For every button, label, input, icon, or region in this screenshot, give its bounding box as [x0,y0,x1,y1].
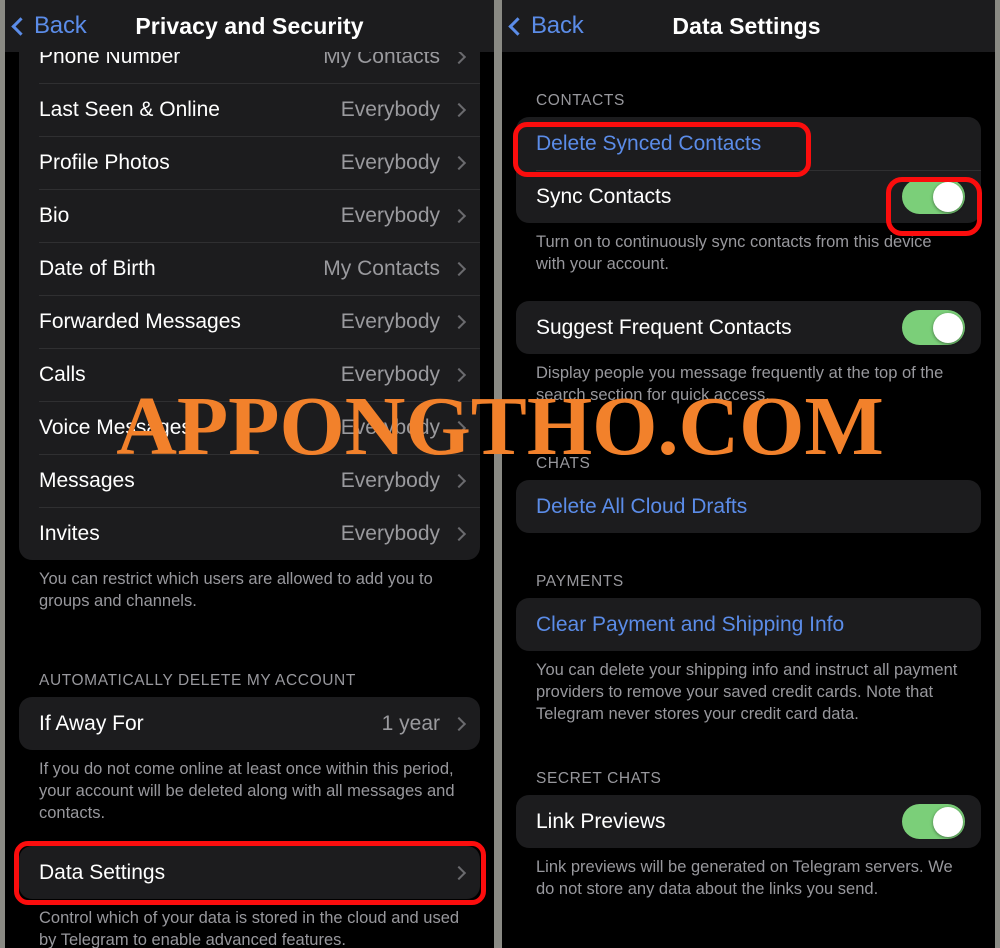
chevron-left-icon [508,16,527,36]
left-navbar: Back Privacy and Security [5,0,494,52]
data-settings-footer-text: Control which of your data is stored in … [39,909,460,948]
chevron-right-icon [451,526,467,541]
privacy-footer-text: You can restrict which users are allowed… [39,570,433,610]
privacy-scroll-body[interactable]: Phone Number My Contacts Last Seen & Onl… [5,0,494,948]
data-settings-screen: CONTACTS Delete Synced Contacts Sync Con… [502,0,995,948]
back-button[interactable]: Back [11,12,87,40]
suggest-frequent-contacts-toggle[interactable] [902,310,965,345]
data-settings-card: Data Settings [19,846,480,899]
payments-footer-text: You can delete your shipping info and in… [536,661,958,723]
row-label: Forwarded Messages [39,309,241,333]
chevron-right-icon [451,102,467,117]
toggle-knob [932,181,963,212]
row-calls[interactable]: Calls Everybody [19,348,480,401]
back-label: Back [531,12,584,39]
row-value: 1 year [381,711,440,735]
chevron-right-icon [451,314,467,329]
row-voice-messages[interactable]: Voice Messages Everybody [19,401,480,454]
row-label: Voice Messages [39,415,192,439]
row-label: Messages [39,468,135,492]
row-label: Profile Photos [39,150,170,174]
back-button[interactable]: Back [508,12,584,40]
right-navbar: Back Data Settings [502,0,995,52]
row-label: Invites [39,521,100,545]
row-value: Everybody [340,362,440,386]
data-settings-scroll-body[interactable]: CONTACTS Delete Synced Contacts Sync Con… [502,0,995,948]
row-forwarded-messages[interactable]: Forwarded Messages Everybody [19,295,480,348]
secret-chats-footer-text: Link previews will be generated on Teleg… [536,858,953,898]
section-header-contacts: CONTACTS [536,92,625,109]
section-header-chats: CHATS [536,455,591,472]
chevron-right-icon [451,865,467,880]
row-last-seen-online[interactable]: Last Seen & Online Everybody [19,83,480,136]
secret-chats-card: Link Previews [516,795,981,848]
row-value: Everybody [340,97,440,121]
row-label: Link Previews [536,809,666,833]
row-date-of-birth[interactable]: Date of Birth My Contacts [19,242,480,295]
row-invites[interactable]: Invites Everybody [19,507,480,560]
row-label: Data Settings [39,860,166,884]
contacts-card: Delete Synced Contacts Sync Contacts [516,117,981,223]
back-label: Back [34,12,87,39]
section-header-payments: PAYMENTS [536,573,624,590]
auto-delete-card: If Away For 1 year [19,697,480,750]
row-label: Bio [39,203,70,227]
row-label: Last Seen & Online [39,97,220,121]
row-label: Calls [39,362,86,386]
chevron-left-icon [11,16,30,36]
chevron-right-icon [451,367,467,382]
row-value: My Contacts [323,256,440,280]
row-value: Everybody [340,415,440,439]
row-suggest-frequent-contacts[interactable]: Suggest Frequent Contacts [516,301,981,354]
chats-card: Delete All Cloud Drafts [516,480,981,533]
privacy-and-security-screen: Phone Number My Contacts Last Seen & Onl… [5,0,494,948]
row-label: Date of Birth [39,256,156,280]
row-label: Delete Synced Contacts [536,131,762,155]
row-value: Everybody [340,468,440,492]
row-data-settings[interactable]: Data Settings [19,846,480,899]
row-label: Delete All Cloud Drafts [536,494,748,518]
row-value: Everybody [340,203,440,227]
frequent-contacts-card: Suggest Frequent Contacts [516,301,981,354]
row-label: Sync Contacts [536,184,672,208]
row-value: Everybody [340,309,440,333]
row-label: If Away For [39,711,144,735]
row-sync-contacts[interactable]: Sync Contacts [516,170,981,223]
chevron-right-icon [451,208,467,223]
section-header-auto-delete: AUTOMATICALLY DELETE MY ACCOUNT [39,672,356,689]
row-if-away-for[interactable]: If Away For 1 year [19,697,480,750]
chevron-right-icon [451,716,467,731]
row-profile-photos[interactable]: Profile Photos Everybody [19,136,480,189]
row-label: Suggest Frequent Contacts [536,315,792,339]
toggle-knob [932,312,963,343]
row-link-previews[interactable]: Link Previews [516,795,981,848]
link-previews-toggle[interactable] [902,804,965,839]
sync-contacts-toggle[interactable] [902,179,965,214]
auto-delete-footer-text: If you do not come online at least once … [39,760,455,822]
frequent-contacts-footer-text: Display people you message frequently at… [536,364,944,404]
chevron-right-icon [451,420,467,435]
section-header-secret-chats: SECRET CHATS [536,770,662,787]
chevron-right-icon [451,261,467,276]
row-value: Everybody [340,521,440,545]
row-delete-all-cloud-drafts[interactable]: Delete All Cloud Drafts [516,480,981,533]
row-value: Everybody [340,150,440,174]
toggle-knob [932,806,963,837]
privacy-settings-card: Phone Number My Contacts Last Seen & Onl… [19,30,480,560]
row-clear-payment-and-shipping-info[interactable]: Clear Payment and Shipping Info [516,598,981,651]
row-bio[interactable]: Bio Everybody [19,189,480,242]
chevron-right-icon [451,473,467,488]
screenshot-root: Phone Number My Contacts Last Seen & Onl… [0,0,1000,948]
row-messages[interactable]: Messages Everybody [19,454,480,507]
payments-card: Clear Payment and Shipping Info [516,598,981,651]
chevron-right-icon [451,155,467,170]
row-delete-synced-contacts[interactable]: Delete Synced Contacts [516,117,981,170]
row-label: Clear Payment and Shipping Info [536,612,845,636]
contacts-footer-text: Turn on to continuously sync contacts fr… [536,233,932,273]
